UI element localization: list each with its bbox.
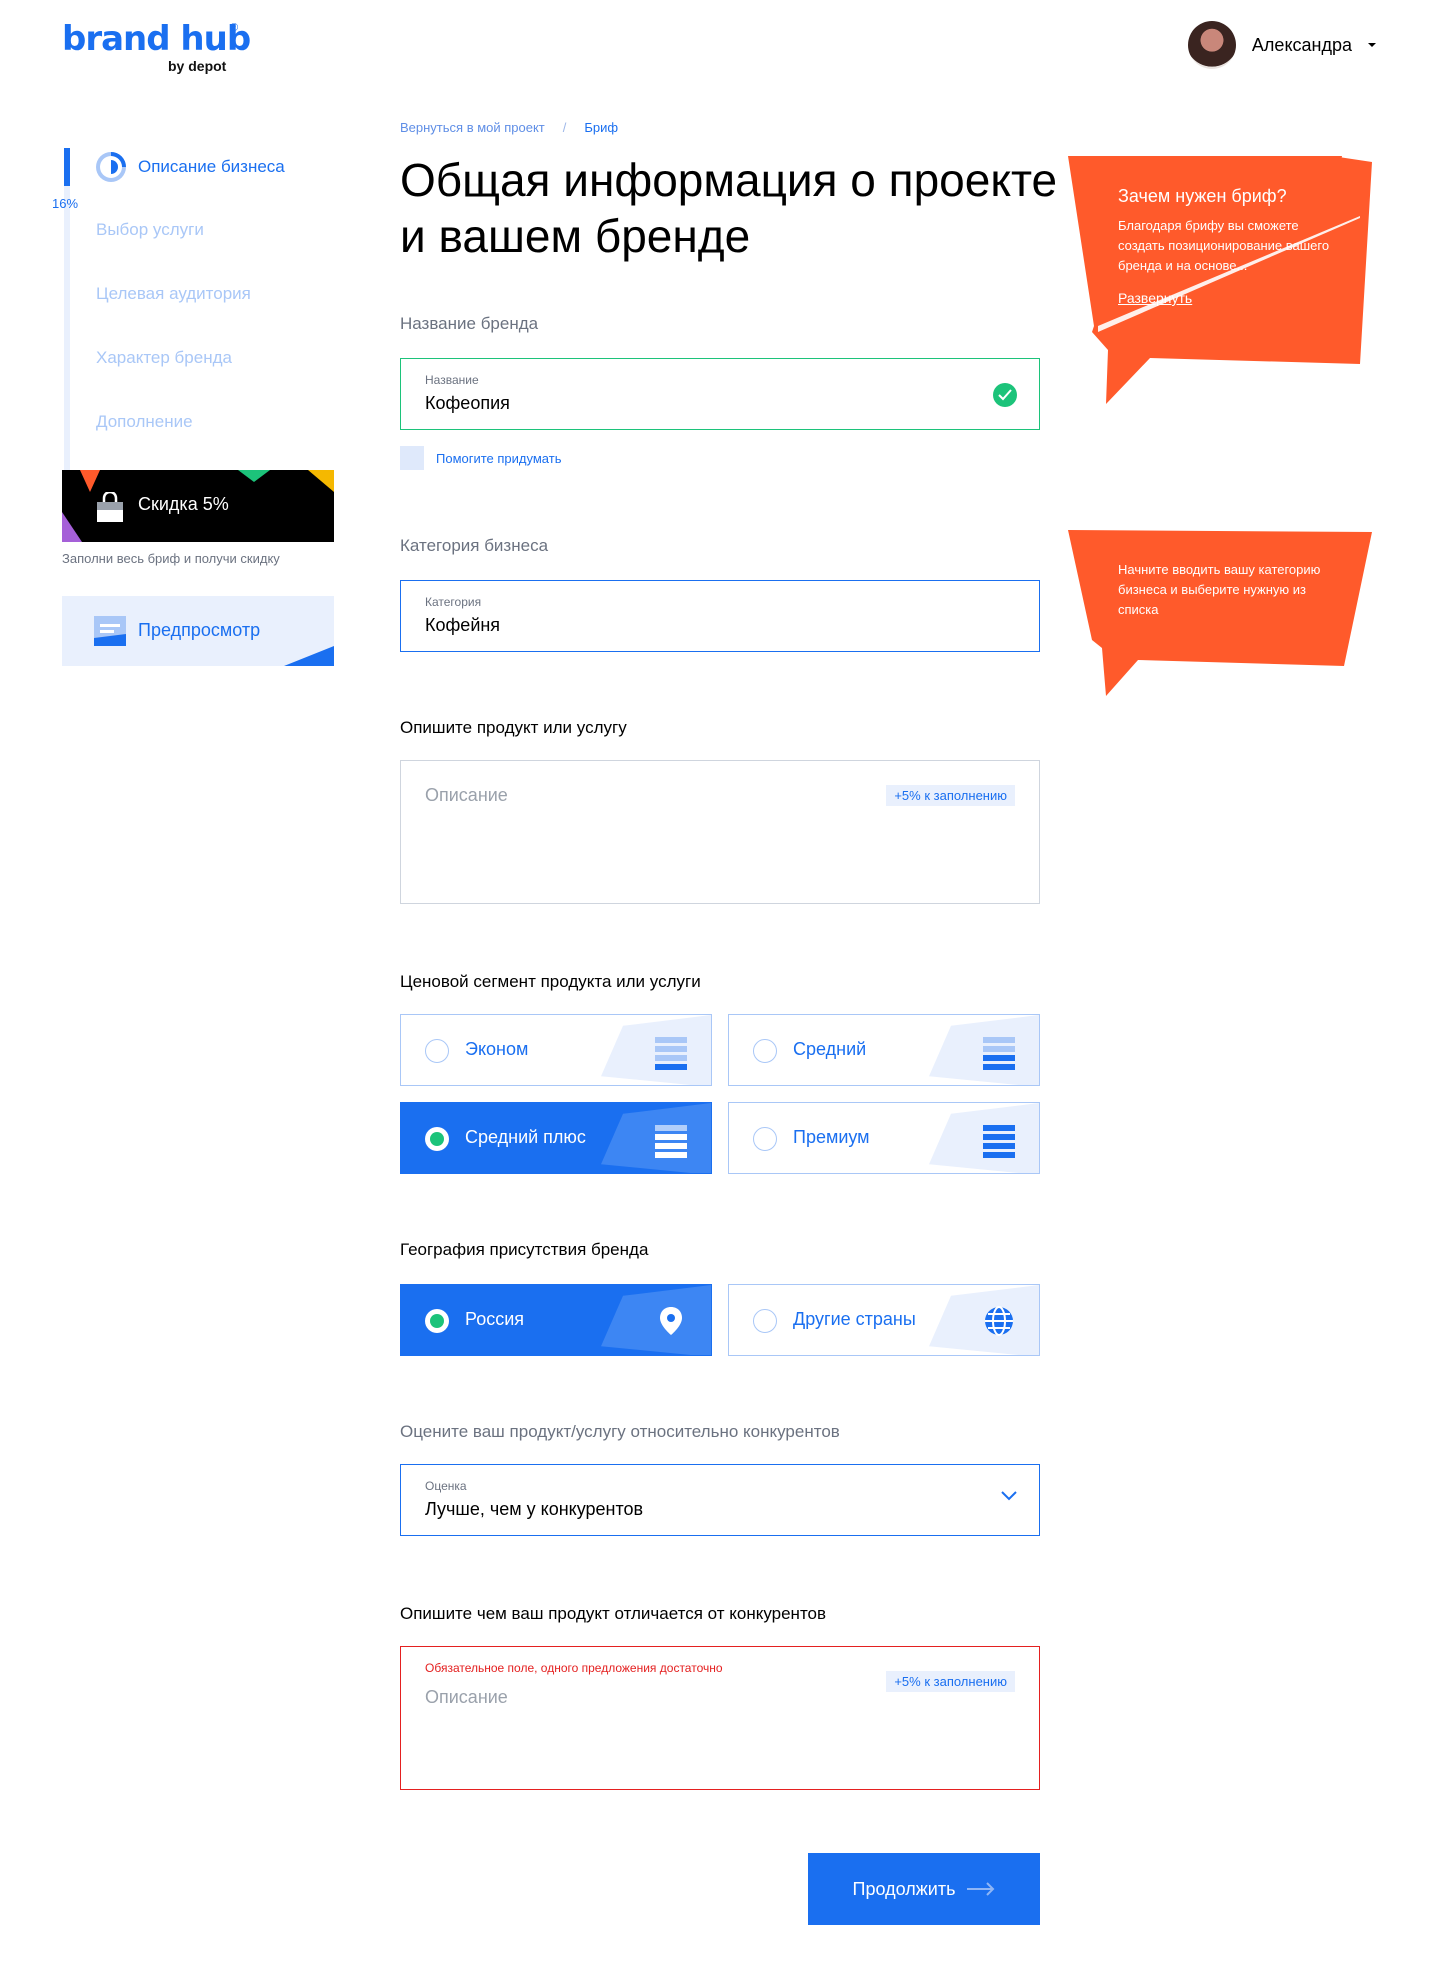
breadcrumb-back-link[interactable]: Вернуться в мой проект <box>400 120 545 135</box>
location-pin-icon <box>660 1307 682 1335</box>
chevron-down-icon <box>1001 1491 1017 1501</box>
page-title: Общая информация о проекте и вашем бренд… <box>400 154 1058 262</box>
field-value: Кофейня <box>425 615 501 635</box>
option-label: Эконом <box>465 1039 529 1059</box>
price-option-economy[interactable]: Эконом <box>400 1014 712 1086</box>
price-option-premium[interactable]: Премиум <box>728 1102 1040 1174</box>
decor-triangle <box>62 512 82 542</box>
tip-text: Благодаря брифу вы сможете создать позиц… <box>1118 218 1330 273</box>
price-level-2-icon <box>983 1035 1015 1070</box>
shopping-bag-icon <box>97 492 123 522</box>
field-value: Лучше, чем у конкурентов <box>425 1499 644 1519</box>
discount-banner: Скидка 5% <box>62 470 334 542</box>
geography-label: География присутствия бренда <box>400 1240 649 1259</box>
globe-icon <box>985 1306 1013 1336</box>
price-level-1-icon <box>655 1035 687 1070</box>
caret-down-icon <box>1368 43 1376 47</box>
radio-button[interactable] <box>753 1127 777 1151</box>
continue-button[interactable]: Продолжить <box>808 1853 1040 1925</box>
product-description-textarea[interactable]: Описание +5% к заполнению <box>400 760 1040 904</box>
tip-title: Зачем нужен бриф? <box>1118 186 1287 206</box>
logo-wordmark: brand hub <box>62 19 251 59</box>
difference-label: Опишите чем ваш продукт отличается от ко… <box>400 1604 827 1623</box>
category-field[interactable]: Категория Кофейня <box>400 580 1040 652</box>
progress-pie-icon <box>96 152 126 182</box>
textarea-placeholder: Описание <box>425 785 508 805</box>
avatar <box>1187 21 1236 69</box>
textarea-placeholder: Описание <box>425 1687 508 1707</box>
radio-button[interactable] <box>425 1039 449 1063</box>
price-level-3-icon <box>655 1123 687 1158</box>
discount-label: Скидка 5% <box>138 494 229 514</box>
radio-button[interactable] <box>753 1309 777 1333</box>
option-label: Россия <box>465 1309 525 1329</box>
tip-text: Начните вводить вашу категорию бизнеса и… <box>1118 562 1321 617</box>
help-invent-name[interactable]: Помогите придумать <box>400 446 561 470</box>
brand-name-label: Название бренда <box>400 314 539 333</box>
category-tip-bubble: Начните вводить вашу категорию бизнеса и… <box>1068 530 1376 700</box>
brand-logo[interactable]: brand hub ® by depot <box>62 19 251 74</box>
step-target-audience[interactable]: Целевая аудитория <box>96 284 251 304</box>
step-addition[interactable]: Дополнение <box>96 412 193 432</box>
progress-fill <box>64 148 70 186</box>
error-message: Обязательное поле, одного предложения до… <box>425 1661 723 1675</box>
progress-percent: 16% <box>52 196 79 211</box>
field-caption: Название <box>425 373 479 387</box>
breadcrumb-current: Бриф <box>584 120 619 135</box>
product-label: Опишите продукт или услугу <box>400 718 627 737</box>
radio-button[interactable] <box>425 1127 449 1151</box>
option-label: Другие страны <box>793 1309 916 1329</box>
option-label: Средний плюс <box>465 1127 586 1147</box>
option-label: Премиум <box>793 1127 870 1147</box>
discount-note: Заполни весь бриф и получи скидку <box>62 551 280 566</box>
logo-subtitle: by depot <box>168 58 227 74</box>
price-level-4-icon <box>983 1123 1015 1158</box>
geo-option-other-countries[interactable]: Другие страны <box>728 1284 1040 1356</box>
radio-button[interactable] <box>425 1309 449 1333</box>
step-service-choice[interactable]: Выбор услуги <box>96 220 204 240</box>
field-value: Кофеопия <box>425 393 510 413</box>
user-name: Александра <box>1251 34 1352 55</box>
field-caption: Категория <box>425 595 482 609</box>
preview-label: Предпросмотр <box>138 620 261 640</box>
breadcrumb: Вернуться в мой проект / Бриф <box>400 120 618 135</box>
brief-tip-bubble: Зачем нужен бриф? Благодаря брифу вы смо… <box>1068 156 1376 406</box>
user-menu[interactable]: Александра <box>1187 20 1376 70</box>
difference-textarea[interactable]: Обязательное поле, одного предложения до… <box>400 1646 1040 1790</box>
price-option-medium-plus[interactable]: Средний плюс <box>400 1102 712 1174</box>
price-option-medium[interactable]: Средний <box>728 1014 1040 1086</box>
arrow-right-icon <box>967 1882 995 1896</box>
decor-corner <box>284 646 334 666</box>
bonus-badge: +5% к заполнению <box>886 785 1015 806</box>
step-brand-character[interactable]: Характер бренда <box>96 348 232 368</box>
step-label: Описание бизнеса <box>138 157 285 176</box>
helper-checkbox[interactable] <box>400 446 424 470</box>
decor-triangle <box>80 470 100 492</box>
bonus-badge: +5% к заполнению <box>886 1671 1015 1692</box>
document-preview-icon <box>94 616 126 646</box>
check-icon <box>993 383 1017 407</box>
expand-link[interactable]: Развернуть <box>1118 290 1192 306</box>
logo-registered-mark: ® <box>230 22 239 34</box>
category-label: Категория бизнеса <box>400 536 549 555</box>
continue-label: Продолжить <box>852 1878 956 1899</box>
radio-button[interactable] <box>753 1039 777 1063</box>
price-segment-label: Ценовой сегмент продукта или услуги <box>400 972 701 991</box>
breadcrumb-separator: / <box>562 120 567 135</box>
option-label: Средний <box>793 1039 867 1059</box>
rating-select[interactable]: Оценка Лучше, чем у конкурентов <box>400 1464 1040 1536</box>
geo-option-russia[interactable]: Россия <box>400 1284 712 1356</box>
field-caption: Оценка <box>425 1479 467 1493</box>
decor-triangle <box>308 470 334 492</box>
helper-label: Помогите придумать <box>436 450 562 466</box>
preview-button[interactable]: Предпросмотр <box>62 596 334 666</box>
brand-name-field[interactable]: Название Кофеопия <box>400 358 1040 430</box>
rating-label: Оцените ваш продукт/услугу относительно … <box>400 1422 840 1441</box>
step-business-description[interactable]: Описание бизнеса <box>96 152 285 182</box>
decor-triangle <box>238 470 270 482</box>
